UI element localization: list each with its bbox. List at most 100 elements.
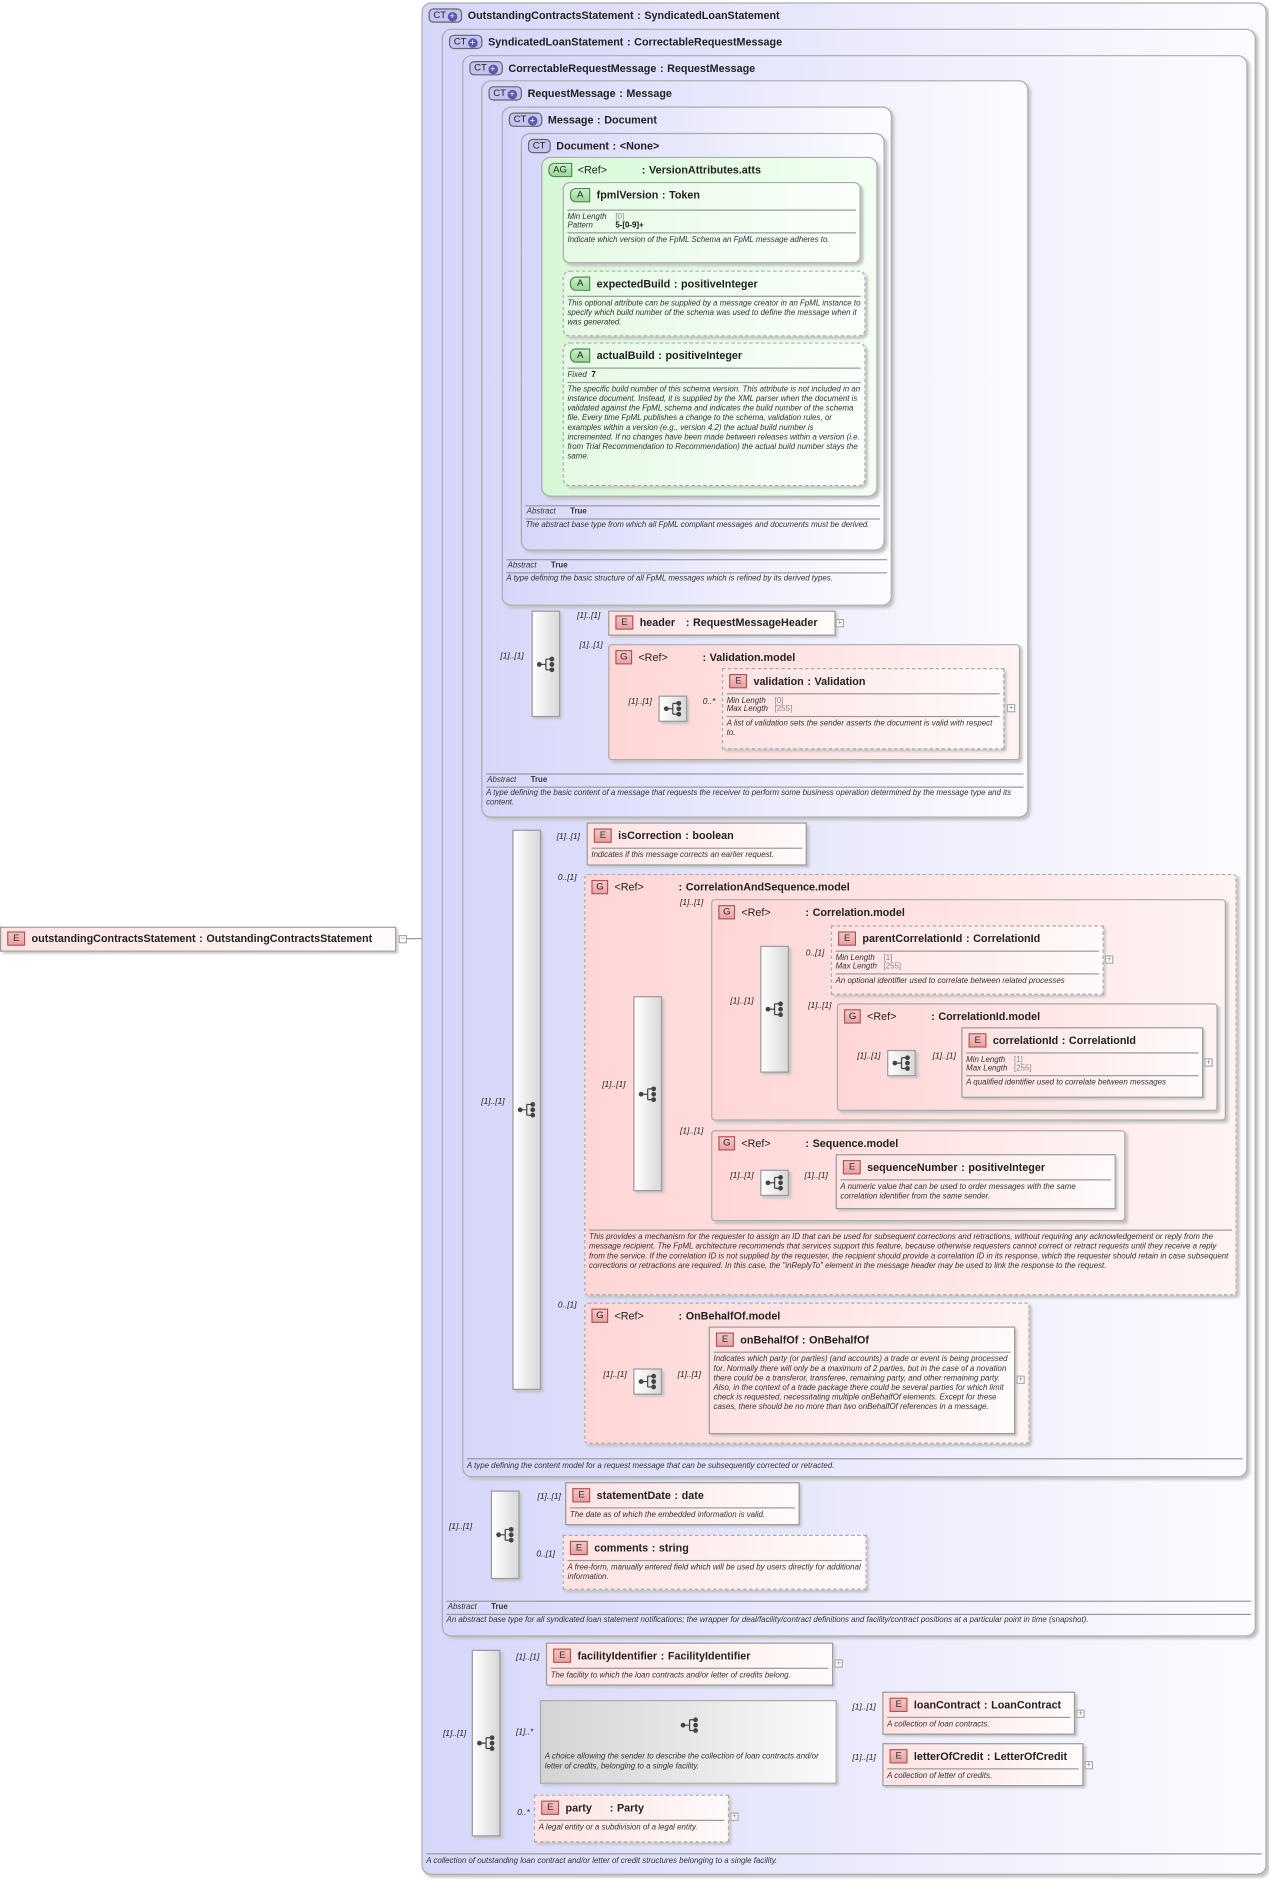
base-type: Document <box>604 113 657 126</box>
cardinality-label: [1]..[1] <box>680 899 704 908</box>
sequence-compositor[interactable] <box>490 1490 520 1580</box>
cardinality-label: [1]..[1] <box>677 1370 701 1380</box>
abstract-value: True <box>491 1603 508 1612</box>
cardinality-label: [1]..[1] <box>602 1081 626 1090</box>
base-type: CorrectableRequestMessage <box>634 35 783 48</box>
cardinality-label: [1]..[1] <box>577 611 601 621</box>
type-description: An abstract base type for all syndicated… <box>446 1616 1089 1625</box>
element-statementDate[interactable]: EstatementDate: date The date as of which… <box>565 1482 800 1526</box>
sequence-compositor[interactable] <box>512 829 542 1390</box>
element-badge-icon: E <box>7 931 26 946</box>
element-parentCorrelationId[interactable]: EparentCorrelationId: CorrelationId Min L… <box>830 925 1104 995</box>
element-validation[interactable]: Evalidation: Validation Min Length [0] Max… <box>721 668 1005 750</box>
expand-toggle[interactable]: + <box>1016 1375 1025 1384</box>
group-description: This provides a mechanism for the reques… <box>589 1233 1229 1271</box>
extension-plus-icon: + <box>467 38 478 48</box>
extension-plus-icon: + <box>527 116 538 126</box>
element-isCorrection[interactable]: EisCorrection: boolean Indicates if this … <box>586 822 807 866</box>
type-name: Document <box>556 140 610 153</box>
group-title: AG <Ref>: VersionAttributes.atts <box>548 162 761 179</box>
cardinality-label: [1]..[1] <box>579 641 603 651</box>
attribute-description: This optional attribute can be supplied … <box>567 299 861 327</box>
element-comments[interactable]: Ecomments: string A free-form, manually e… <box>562 1534 867 1590</box>
attribute-fpmlVersion[interactable]: AfpmlVersion: Token Min Length [0] Pattern… <box>562 181 861 264</box>
expand-toggle[interactable]: + <box>1076 1709 1085 1718</box>
collapse-toggle[interactable]: − <box>398 935 408 944</box>
root-element-outstandingContractsStatement[interactable]: EoutstandingContractsStatement: Outstandi… <box>0 926 397 952</box>
type-footer: A type defining the content model for a … <box>466 1458 1243 1471</box>
type-title: CT + OutstandingContractsStatement: Syndica… <box>428 8 780 24</box>
expand-toggle[interactable]: + <box>835 618 845 628</box>
separator: : <box>199 932 203 945</box>
element-badge-icon: E <box>968 1033 987 1048</box>
base-type: <None> <box>619 140 660 153</box>
sequence-icon <box>496 1526 515 1543</box>
type-description: A type defining the content model for a … <box>466 1461 835 1471</box>
sequence-compositor[interactable] <box>633 1368 663 1395</box>
sequence-compositor[interactable] <box>531 610 561 718</box>
element-correlationId[interactable]: EcorrelationId: CorrelationId Min Length[… <box>961 1027 1204 1098</box>
sequence-compositor[interactable] <box>471 1649 501 1837</box>
type-title: CT Document: <None> <box>527 138 660 155</box>
type-title: CT + Message: Document <box>508 112 657 129</box>
type-footer: Abstract True An abstract base type for al… <box>446 1600 1252 1626</box>
choice-compositor[interactable]: A choice allowing the sender to describe… <box>539 1700 837 1784</box>
cardinality-label: 0..[1] <box>805 949 825 958</box>
sequence-compositor[interactable] <box>658 695 688 722</box>
element-sequenceNumber[interactable]: EsequenceNumber: positiveInteger A numeri… <box>835 1154 1116 1210</box>
extension-plus-icon: + <box>507 89 517 100</box>
cardinality-label: 0..* <box>517 1808 530 1818</box>
expand-toggle[interactable]: + <box>1204 1058 1213 1067</box>
attribute-expectedBuild[interactable]: AexpectedBuild: positiveInteger This opti… <box>562 270 866 337</box>
group-name: VersionAttributes.atts <box>648 164 761 176</box>
element-party[interactable]: Eparty: Party A legal entity or a subdivi… <box>533 1794 730 1843</box>
base-type: RequestMessage <box>667 62 756 75</box>
expand-toggle[interactable]: + <box>1084 1761 1094 1770</box>
element-badge-icon: E <box>889 1749 908 1764</box>
cardinality-label: 0..[1] <box>557 1301 577 1310</box>
complex-type-badge-icon: CT + <box>508 112 542 127</box>
element-onBehalfOf[interactable]: EonBehalfOf: OnBehalfOf Indicates which p… <box>708 1326 1016 1435</box>
choice-icon <box>680 1717 699 1734</box>
sequence-compositor[interactable] <box>760 945 789 1073</box>
group-badge-icon: G <box>718 1136 736 1151</box>
cardinality-label: [1]..[1] <box>628 697 652 707</box>
sequence-compositor[interactable] <box>887 1049 916 1077</box>
element-badge-icon: E <box>715 1332 735 1347</box>
complex-type-badge-icon: CT + <box>428 8 462 23</box>
type-description: A collection of outstanding loan contrac… <box>426 1856 778 1866</box>
type-name: CorrectableRequestMessage <box>508 62 657 75</box>
expand-toggle[interactable]: + <box>1006 703 1016 713</box>
cardinality-label: [1]..[1] <box>680 1127 704 1137</box>
sequence-icon <box>638 1085 657 1102</box>
sequence-compositor[interactable] <box>633 996 663 1192</box>
expand-toggle[interactable]: + <box>730 1812 739 1821</box>
element-header[interactable]: Eheader: RequestMessageHeader <box>608 610 836 636</box>
type-description: A type defining the basic structure of a… <box>506 574 833 584</box>
type-description: The abstract base type from which all Fp… <box>525 520 870 530</box>
element-badge-icon: E <box>842 1160 862 1175</box>
element-badge-icon: E <box>838 931 857 946</box>
cardinality-label: [1]..[1] <box>556 833 581 842</box>
cardinality-label: [1]..[1] <box>481 1097 505 1107</box>
element-facilityIdentifier[interactable]: EfacilityIdentifier: FacilityIdentifier T… <box>545 1642 834 1686</box>
element-loanContract[interactable]: EloanContract: LoanContract A collection … <box>882 1691 1076 1735</box>
element-letterOfCredit[interactable]: EletterOfCredit: LetterOfCredit A collect… <box>882 1743 1084 1787</box>
expand-toggle[interactable]: + <box>834 1659 843 1668</box>
cardinality-label: [1]..[1] <box>537 1492 561 1502</box>
cardinality-label: 0..[1] <box>557 873 577 883</box>
sequence-icon <box>765 1174 784 1191</box>
sequence-icon <box>536 655 555 672</box>
cardinality-label: [1]..* <box>515 1728 534 1738</box>
element-badge-icon: E <box>553 1648 572 1663</box>
type-title: CT + RequestMessage: Message <box>488 86 672 102</box>
element-badge-icon: E <box>615 615 634 630</box>
sequence-compositor[interactable] <box>760 1169 789 1197</box>
complex-type-badge-icon: CT + <box>469 61 503 76</box>
cardinality-label: [1]..[1] <box>515 1653 540 1662</box>
attribute-actualBuild[interactable]: AactualBuild: positiveInteger Fixed 7 The … <box>562 342 866 487</box>
expand-toggle[interactable]: + <box>1105 955 1114 964</box>
type-title: CT + CorrectableRequestMessage: RequestMess… <box>469 61 755 77</box>
element-badge-icon: E <box>889 1697 908 1712</box>
type-footer: Abstract True A type defining the basic co… <box>486 773 1024 808</box>
